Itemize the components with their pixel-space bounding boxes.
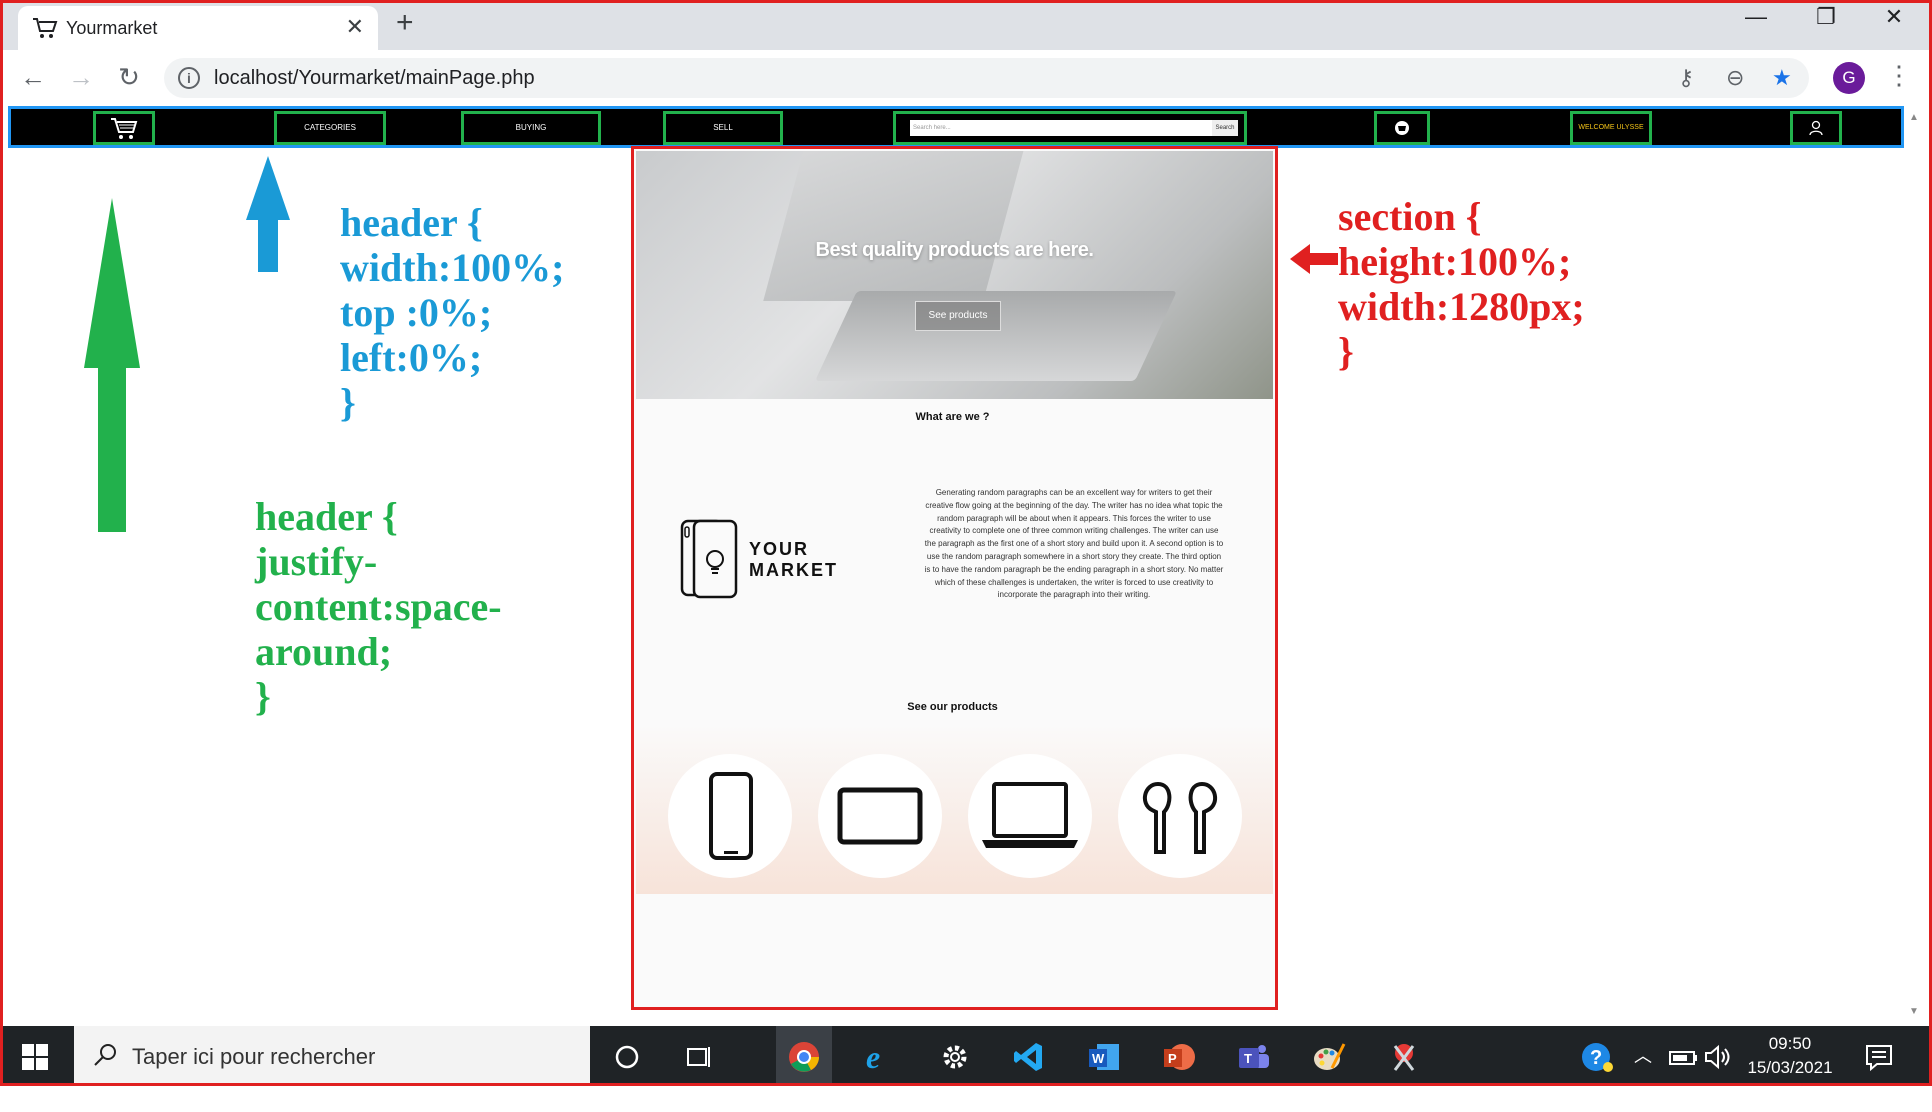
blue-up-arrow-icon [246, 156, 290, 272]
earbuds-icon [1142, 781, 1218, 854]
site-header: CATEGORIES BUYING SELL Search here... Se… [8, 106, 1904, 148]
search-button[interactable]: Search [1212, 120, 1238, 136]
user-icon [1809, 120, 1823, 136]
new-tab-icon[interactable]: + [396, 6, 414, 40]
reload-icon[interactable]: ↻ [112, 62, 146, 93]
teams-icon[interactable]: T [1237, 1040, 1271, 1074]
logo-line-1: YOUR [749, 539, 810, 559]
svg-text:T: T [1244, 1051, 1252, 1066]
product-earbuds[interactable] [1118, 754, 1242, 878]
nav-categories[interactable]: CATEGORIES [274, 111, 386, 145]
settings-gear-icon[interactable] [938, 1040, 972, 1074]
close-window-icon[interactable]: ✕ [1874, 4, 1914, 30]
zoom-icon[interactable]: ⊖ [1726, 65, 1744, 91]
cortana-icon[interactable] [610, 1040, 644, 1074]
product-tablet[interactable] [818, 754, 942, 878]
search-icon [94, 1044, 116, 1066]
address-bar[interactable]: i localhost/Yourmarket/mainPage.php ⚷ ⊖ … [164, 58, 1809, 98]
notifications-icon[interactable] [1862, 1040, 1896, 1074]
phone-icon [709, 772, 753, 860]
tab-title: Yourmarket [66, 18, 158, 38]
svg-text:e: e [866, 1040, 880, 1074]
back-icon[interactable]: ← [16, 62, 50, 93]
scroll-up-icon[interactable]: ▲ [1909, 112, 1919, 123]
task-view-icon[interactable] [682, 1040, 716, 1074]
tab-close-icon[interactable]: ✕ [346, 14, 364, 40]
yourmarket-logo-icon [680, 519, 738, 599]
account-button[interactable] [1790, 111, 1842, 145]
forward-icon[interactable]: → [64, 62, 98, 93]
products-strip [636, 724, 1273, 894]
annotation-green: header { justify- content:space- around;… [255, 494, 502, 719]
snipping-tool-icon[interactable] [1387, 1040, 1421, 1074]
bookmark-star-icon[interactable]: ★ [1772, 65, 1792, 91]
windows-start-icon[interactable] [22, 1044, 48, 1070]
svg-text:?: ? [1590, 1047, 1602, 1069]
see-products-button[interactable]: See products [915, 301, 1001, 331]
welcome-user[interactable]: WELCOME ULYSSE [1570, 111, 1652, 145]
restore-icon[interactable]: ❐ [1806, 4, 1846, 30]
taskbar-search[interactable]: Taper ici pour rechercher [74, 1026, 590, 1086]
key-icon[interactable]: ⚷ [1678, 65, 1694, 91]
logo-text: YOUR MARKET [749, 539, 838, 581]
battery-icon[interactable] [1666, 1041, 1700, 1075]
scroll-down-icon[interactable]: ▼ [1909, 1006, 1919, 1017]
internet-explorer-icon[interactable]: e [862, 1040, 896, 1074]
search-input[interactable]: Search here... [910, 120, 1216, 136]
help-icon[interactable]: ? [1580, 1040, 1614, 1074]
red-left-arrow-icon [1290, 244, 1338, 274]
browser-toolbar: ← → ↻ i localhost/Yourmarket/mainPage.ph… [0, 50, 1932, 106]
about-paragraph: Generating random paragraphs can be an e… [924, 488, 1224, 600]
nav-sell[interactable]: SELL [663, 111, 783, 145]
page-scrollbar[interactable]: ▲ ▼ [1906, 106, 1924, 1024]
laptop-icon [982, 782, 1078, 848]
logo-line-2: MARKET [749, 560, 838, 580]
basket-icon [1395, 121, 1409, 135]
svg-text:W: W [1092, 1051, 1105, 1066]
taskbar-clock[interactable]: 09:50 15/03/2021 [1730, 1032, 1850, 1080]
annotation-blue: header { width:100%; top :0%; left:0%; } [340, 200, 565, 425]
annotation-red: section { height:100%; width:1280px; } [1338, 194, 1585, 374]
powerpoint-icon[interactable]: P [1162, 1040, 1196, 1074]
profile-avatar[interactable]: G [1833, 62, 1865, 94]
product-laptop[interactable] [968, 754, 1092, 878]
product-phone[interactable] [668, 754, 792, 878]
menu-icon[interactable]: ⋮ [1886, 60, 1912, 91]
products-title: See our products [907, 701, 998, 713]
green-up-arrow-icon [84, 198, 140, 532]
about-title: What are we ? [915, 411, 990, 423]
taskbar-search-text[interactable]: Taper ici pour rechercher [132, 1044, 375, 1070]
browser-tab[interactable]: Yourmarket ✕ [18, 6, 378, 50]
screen: Yourmarket ✕ + — ❐ ✕ ← → ↻ i localhost/Y… [0, 0, 1932, 1112]
minimize-icon[interactable]: — [1736, 4, 1776, 30]
nav-buying[interactable]: BUYING [461, 111, 601, 145]
svg-text:P: P [1168, 1051, 1177, 1066]
volume-icon[interactable] [1700, 1040, 1734, 1074]
paint-icon[interactable] [1312, 1040, 1346, 1074]
basket-button[interactable] [1374, 111, 1430, 145]
word-icon[interactable]: W [1087, 1040, 1121, 1074]
main-section: Best quality products are here. See prod… [631, 146, 1278, 1010]
hero-title: Best quality products are here. [815, 239, 1094, 261]
home-cart-logo[interactable] [93, 111, 155, 145]
search-form: Search here... Search [893, 111, 1247, 145]
browser-tabstrip: Yourmarket ✕ + — ❐ ✕ [0, 0, 1932, 50]
hero-banner: Best quality products are here. See prod… [636, 151, 1273, 399]
tray-expand-icon[interactable]: ︿ [1634, 1042, 1652, 1068]
clock-time: 09:50 [1768, 1034, 1812, 1053]
hero-laptop-image [763, 151, 1029, 301]
windows-taskbar: Taper ici pour rechercher e W P T ? ︿ 09… [0, 1026, 1932, 1086]
vscode-icon[interactable] [1012, 1040, 1046, 1074]
tablet-icon [837, 787, 923, 845]
clock-date: 15/03/2021 [1747, 1058, 1833, 1077]
cart-icon [111, 118, 138, 139]
cart-icon [33, 18, 58, 38]
info-icon[interactable]: i [178, 67, 200, 89]
url-text[interactable]: localhost/Yourmarket/mainPage.php [214, 67, 535, 90]
chrome-icon[interactable] [787, 1040, 821, 1074]
